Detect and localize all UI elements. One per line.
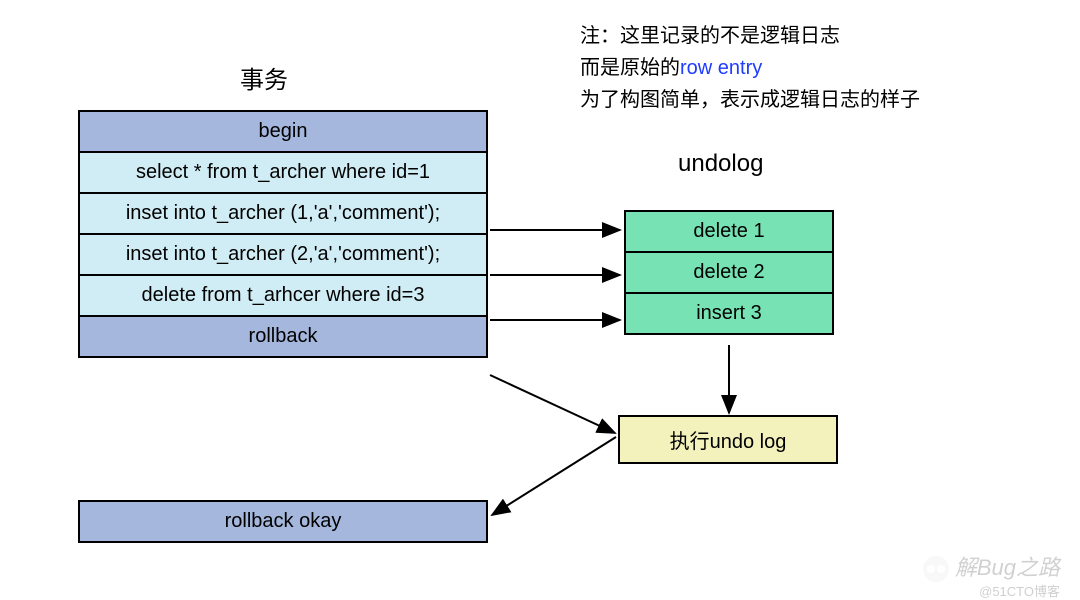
tx-row-insert-2: inset into t_archer (2,'a','comment');: [80, 235, 486, 276]
note-line-2-prefix: 而是原始的: [580, 57, 680, 79]
undo-row-delete-1: delete 1: [626, 212, 832, 253]
undolog-title: undolog: [678, 150, 763, 178]
wechat-icon: [923, 556, 949, 582]
tx-row-rollback: rollback: [80, 317, 486, 356]
note-line-2-blue: row entry: [680, 57, 762, 79]
note-line-3: 为了构图简单，表示成逻辑日志的样子: [580, 84, 920, 116]
exec-undo-log-label: 执行undo log: [620, 417, 836, 462]
transaction-table: begin select * from t_archer where id=1 …: [78, 110, 488, 358]
tx-row-insert-1: inset into t_archer (1,'a','comment');: [80, 194, 486, 235]
note-line-2: 而是原始的row entry: [580, 52, 920, 84]
undo-row-delete-2: delete 2: [626, 253, 832, 294]
undo-row-insert-3: insert 3: [626, 294, 832, 333]
note-block: 注：这里记录的不是逻辑日志 而是原始的row entry 为了构图简单，表示成逻…: [580, 20, 920, 116]
undolog-table: delete 1 delete 2 insert 3: [624, 210, 834, 335]
watermark: 解Bug之路: [923, 550, 1060, 582]
sub-watermark: @51CTO博客: [979, 581, 1060, 600]
rollback-result-label: rollback okay: [80, 502, 486, 541]
watermark-text: 解Bug之路: [955, 555, 1060, 580]
tx-row-select: select * from t_archer where id=1: [80, 153, 486, 194]
tx-row-delete: delete from t_arhcer where id=3: [80, 276, 486, 317]
note-line-1: 注：这里记录的不是逻辑日志: [580, 20, 920, 52]
transaction-title: 事务: [240, 60, 288, 95]
tx-row-begin: begin: [80, 112, 486, 153]
rollback-result-box: rollback okay: [78, 500, 488, 543]
exec-undo-log-box: 执行undo log: [618, 415, 838, 464]
